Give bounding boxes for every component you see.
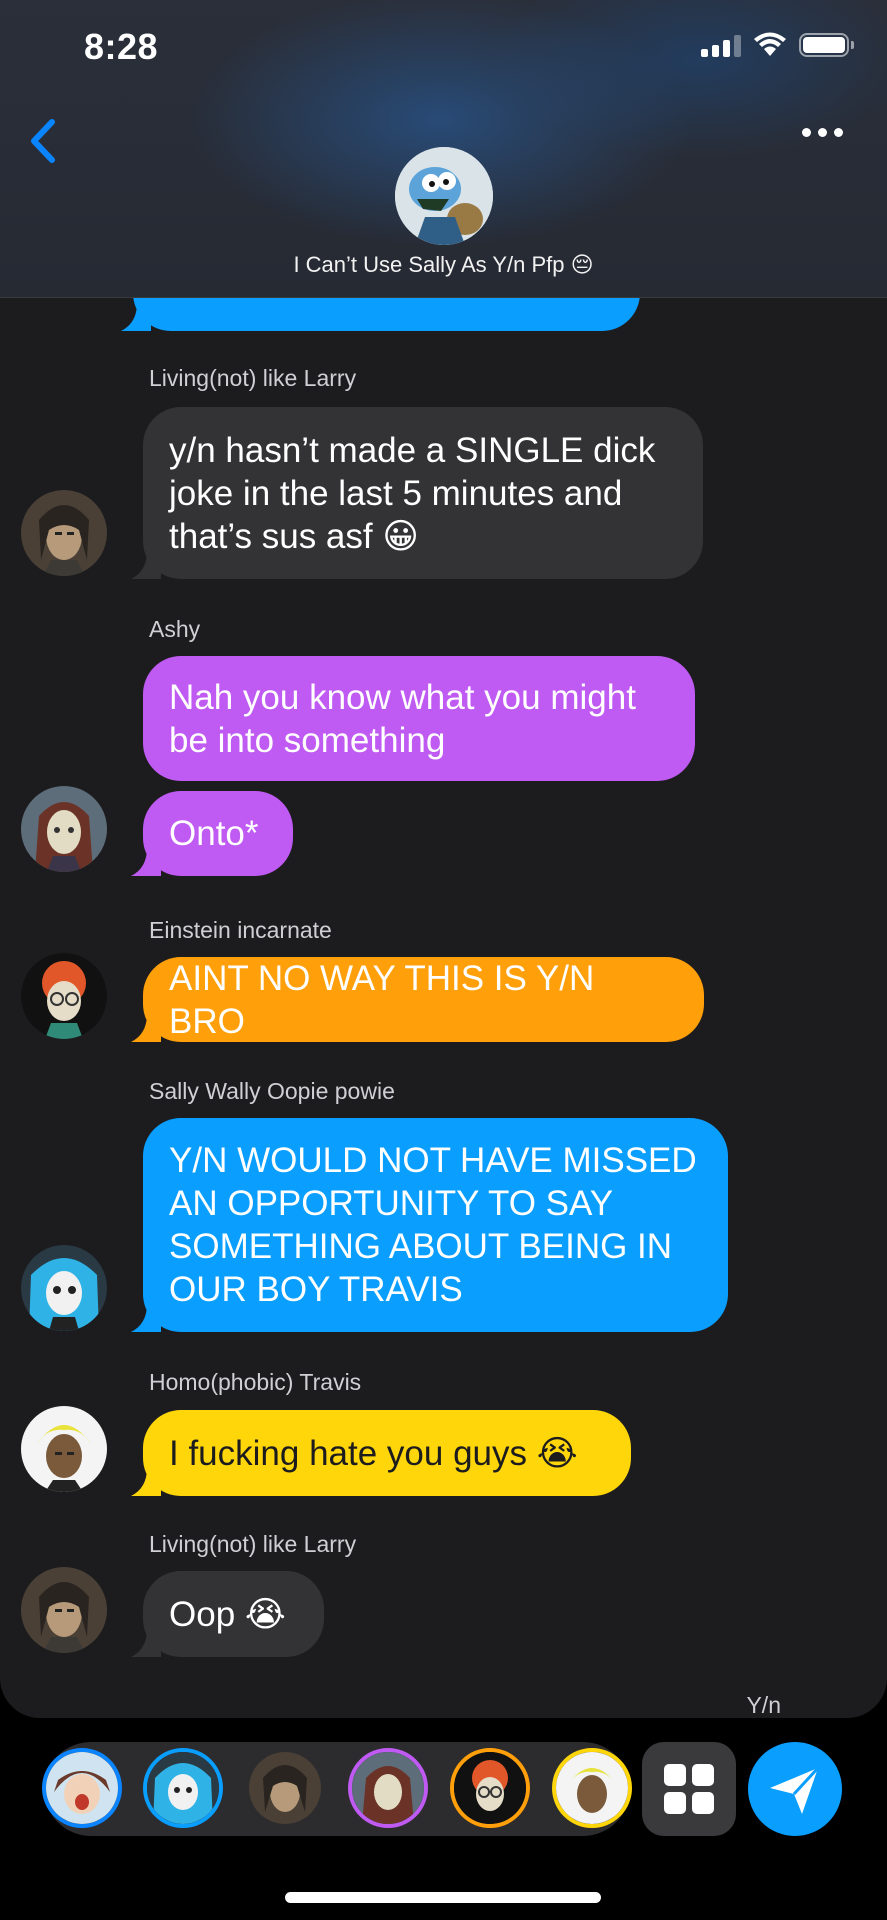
group-avatar[interactable] <box>395 147 493 245</box>
message-bubble[interactable]: I fucking hate you guys 😭 <box>131 1410 631 1496</box>
paper-plane-icon <box>770 1766 820 1814</box>
message-line: OUR BOY TRAVIS <box>169 1270 463 1309</box>
message-line: I fucking hate you guys 😭 <box>169 1433 578 1473</box>
message-line: Oop 😭 <box>169 1594 286 1634</box>
message-line: joke in the last 5 minutes and <box>169 473 623 513</box>
sender-name: Living(not) like Larry <box>149 1531 357 1557</box>
home-indicator <box>285 1892 601 1903</box>
ellipsis-icon <box>802 128 811 137</box>
avatar-einstein[interactable] <box>21 953 107 1039</box>
message-bubble[interactable]: Y/N WOULD NOT HAVE MISSED AN OPPORTUNITY… <box>131 1118 728 1332</box>
status-icons <box>701 32 854 58</box>
message-bubble[interactable]: Nah you know what you might be into some… <box>143 656 695 781</box>
back-button[interactable] <box>22 116 62 166</box>
battery-icon <box>799 33 854 57</box>
chat-area: Living(not) like Larry y/n hasn’t made a… <box>0 0 887 1718</box>
avatar-ashy[interactable] <box>21 786 107 872</box>
message-bubble[interactable]: Oop 😭 <box>131 1571 324 1657</box>
send-button[interactable] <box>748 1742 842 1836</box>
sender-name: Sally Wally Oopie powie <box>149 1078 395 1104</box>
status-time: 8:28 <box>84 26 159 67</box>
message-bubble[interactable]: y/n hasn’t made a SINGLE dick joke in th… <box>131 407 703 579</box>
avatar-larry[interactable] <box>21 490 107 576</box>
sender-name: Ashy <box>149 616 201 642</box>
avatar-larry[interactable] <box>21 1567 107 1653</box>
message-line: that’s sus asf 😀 <box>169 516 419 556</box>
chat-header: 8:28 I Can’t Use Sally As Y/n Pfp 😔 <box>0 0 887 298</box>
sender-name: Einstein incarnate <box>149 917 332 943</box>
message-line: Y/N WOULD NOT HAVE MISSED <box>169 1141 697 1180</box>
reply-avatar-sally[interactable] <box>143 1748 223 1828</box>
avatar-sally[interactable] <box>21 1245 107 1331</box>
reply-avatar-bar <box>44 1742 630 1836</box>
message-bubble[interactable]: AINT NO WAY THIS IS Y/N BRO <box>131 957 704 1042</box>
sender-name: Living(not) like Larry <box>149 365 357 391</box>
more-options-button[interactable] <box>802 128 843 137</box>
avatar-travis[interactable] <box>21 1406 107 1492</box>
reply-avatar-larry[interactable] <box>245 1748 325 1828</box>
reply-avatar-einstein[interactable] <box>450 1748 530 1828</box>
message-bubble[interactable]: Onto* <box>131 791 293 876</box>
message-line: SOMETHING ABOUT BEING IN <box>169 1227 673 1266</box>
message-line: Onto* <box>169 814 259 853</box>
message-line: AINT NO WAY THIS IS Y/N BRO <box>169 958 595 1041</box>
reply-avatar-yn[interactable] <box>42 1748 122 1828</box>
reply-avatar-ashy[interactable] <box>348 1748 428 1828</box>
wifi-icon <box>754 32 786 56</box>
signal-icon <box>701 33 741 57</box>
chevron-left-icon <box>31 119 55 163</box>
my-name-label: Y/n <box>746 1692 781 1718</box>
message-line: Nah you know what you might <box>169 677 636 717</box>
message-line: AN OPPORTUNITY TO SAY <box>169 1184 614 1223</box>
sender-name: Homo(phobic) Travis <box>149 1369 362 1395</box>
message-line: y/n hasn’t made a SINGLE dick <box>169 430 656 470</box>
message-line: be into something <box>169 720 446 760</box>
group-title[interactable]: I Can’t Use Sally As Y/n Pfp 😔 <box>0 252 887 278</box>
grid-button[interactable] <box>642 1742 736 1836</box>
reply-avatar-travis[interactable] <box>552 1748 632 1828</box>
